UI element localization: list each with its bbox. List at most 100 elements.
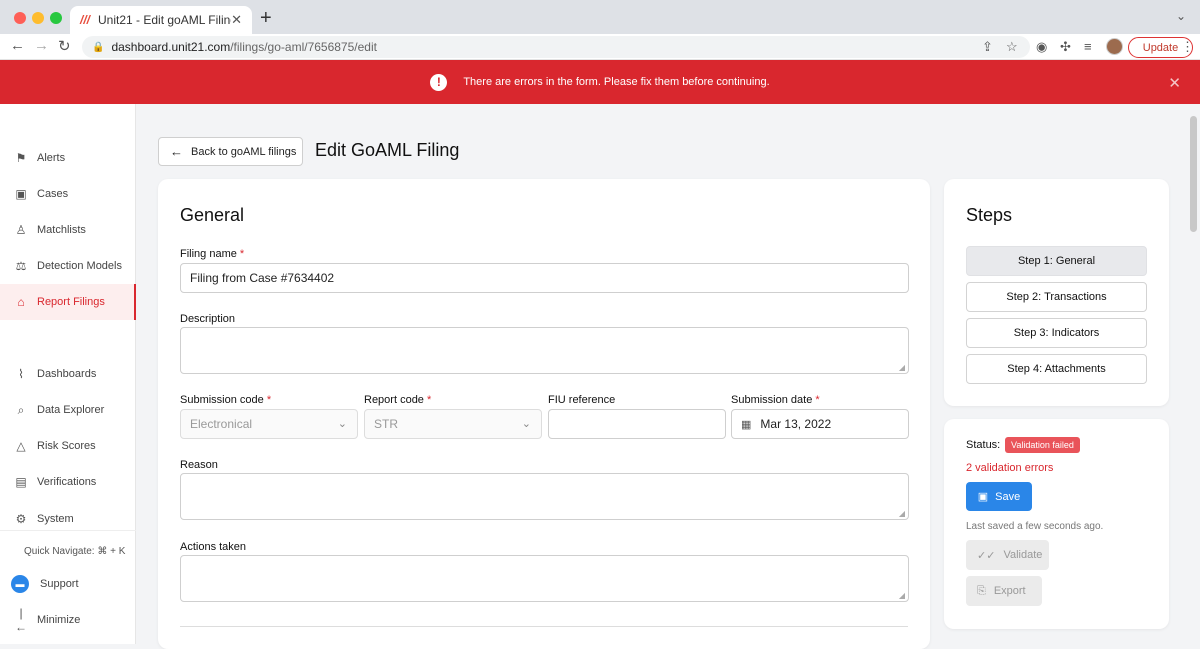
minimize-sidebar-button[interactable]: |← Minimize xyxy=(0,602,136,638)
page-scrollbar[interactable] xyxy=(1190,116,1197,232)
forward-arrow-icon[interactable]: → xyxy=(34,37,49,54)
url-path: /filings/go-aml/7656875/edit xyxy=(230,40,377,54)
sidebar-item-cases[interactable]: ▣ Cases xyxy=(0,176,136,212)
minimize-window-button[interactable] xyxy=(32,12,44,24)
chevron-down-icon[interactable]: ⌄ xyxy=(1176,9,1186,23)
minimize-label: Minimize xyxy=(37,614,81,626)
reason-label: Reason xyxy=(180,459,218,471)
sidebar-item-label: System xyxy=(37,513,74,525)
required-mark: * xyxy=(266,394,272,406)
report-code-label-text: Report code xyxy=(364,394,424,406)
chevron-down-icon: ⌄ xyxy=(521,418,531,430)
lock-icon: 🔒 xyxy=(92,41,105,53)
step-general-button[interactable]: Step 1: General xyxy=(966,246,1147,276)
reading-list-icon[interactable]: ≡ xyxy=(1084,39,1092,54)
section-title: General xyxy=(180,205,245,225)
calendar-icon: ▦ xyxy=(741,418,752,431)
sidebar-item-system[interactable]: ⚙ System xyxy=(0,501,136,537)
sidebar-item-label: Report Filings xyxy=(37,296,105,308)
share-icon[interactable]: ⇪ xyxy=(982,39,993,55)
file-export-icon: ⎘ xyxy=(977,584,986,597)
step-transactions-button[interactable]: Step 2: Transactions xyxy=(966,282,1147,312)
arrow-left-icon: ← xyxy=(170,144,183,159)
reload-icon[interactable]: ↻ xyxy=(58,37,71,55)
section-divider xyxy=(180,626,908,627)
steps-card: Steps Step 1: General Step 2: Transactio… xyxy=(944,179,1169,406)
puzzle-icon[interactable]: ✣ xyxy=(1060,39,1071,55)
step-indicators-button[interactable]: Step 3: Indicators xyxy=(966,318,1147,348)
unit21-logo-icon: /// xyxy=(80,13,91,27)
sidebar-item-detection-models[interactable]: ⚖ Detection Models xyxy=(0,248,136,284)
avatar[interactable] xyxy=(1106,38,1123,55)
scale-icon: ⚖ xyxy=(15,259,27,273)
submission-date-picker[interactable]: ▦ Mar 13, 2022 xyxy=(731,409,909,439)
validate-button[interactable]: ✓✓ Validate xyxy=(966,540,1049,570)
maximize-window-button[interactable] xyxy=(50,12,62,24)
search-doc-icon: ⌕ xyxy=(17,402,25,417)
sidebar-divider xyxy=(0,530,136,531)
support-button[interactable]: ▬ Support xyxy=(0,566,136,602)
reason-field[interactable]: ◢ xyxy=(180,473,909,520)
resize-grip-icon: ◢ xyxy=(898,363,905,372)
save-button[interactable]: ▣ Save xyxy=(966,482,1032,511)
validate-label: Validate xyxy=(1003,549,1043,561)
sidebar-item-label: Alerts xyxy=(37,152,66,164)
sidebar-item-data-explorer[interactable]: ⌕ Data Explorer xyxy=(0,392,136,428)
briefcase-icon: ▣ xyxy=(15,187,27,201)
close-icon[interactable]: ✕ xyxy=(1168,74,1181,92)
validation-error-count[interactable]: 2 validation errors xyxy=(966,462,1053,474)
more-vertical-icon[interactable]: ⋮ xyxy=(1181,39,1194,55)
sidebar-item-matchlists[interactable]: ♙ Matchlists xyxy=(0,212,136,248)
close-window-button[interactable] xyxy=(14,12,26,24)
back-arrow-icon[interactable]: ← xyxy=(10,37,25,54)
submission-code-select[interactable]: Electronical ⌄ xyxy=(180,409,358,439)
report-code-select[interactable]: STR ⌄ xyxy=(364,409,542,439)
filing-name-value: Filing from Case #7634402 xyxy=(190,271,335,285)
resize-grip-icon: ◢ xyxy=(898,509,905,518)
general-section-card: General Filing name * Filing from Case #… xyxy=(158,179,930,649)
sidebar-item-risk-scores[interactable]: △ Risk Scores xyxy=(0,428,136,464)
back-to-filings-button[interactable]: ← Back to goAML filings xyxy=(158,137,303,166)
user-x-icon: ♙ xyxy=(15,223,27,237)
quick-navigate-hint: Quick Navigate: ⌘ + K xyxy=(24,546,126,557)
filing-name-field[interactable]: Filing from Case #7634402 xyxy=(180,263,909,293)
floppy-disk-icon: ▣ xyxy=(977,491,989,503)
support-label: Support xyxy=(40,578,79,590)
bank-icon: ⌂ xyxy=(17,295,25,309)
browser-tab-bar: /// Unit21 - Edit goAML Filing ✕ + ⌄ xyxy=(0,0,1200,34)
sidebar-item-dashboards[interactable]: ⌇ Dashboards xyxy=(0,356,136,392)
status-card: Status: Validation failed 2 validation e… xyxy=(944,419,1169,629)
close-icon[interactable]: ✕ xyxy=(231,12,242,28)
actions-taken-field[interactable]: ◢ xyxy=(180,555,909,602)
chat-icon: ▬ xyxy=(11,575,29,593)
flag-icon: ⚑ xyxy=(15,151,27,165)
required-mark: * xyxy=(239,248,245,260)
export-button[interactable]: ⎘ Export xyxy=(966,576,1042,606)
page-title: Edit GoAML Filing xyxy=(315,140,460,160)
step-attachments-button[interactable]: Step 4: Attachments xyxy=(966,354,1147,384)
description-field[interactable]: ◢ xyxy=(180,327,909,374)
error-banner-message: There are errors in the form. Please fix… xyxy=(463,76,770,88)
sidebar-item-verifications[interactable]: ▤ Verifications xyxy=(0,464,136,500)
submission-date-label-text: Submission date xyxy=(731,394,813,406)
back-button-label: Back to goAML filings xyxy=(191,145,297,158)
filing-name-label: Filing name * xyxy=(180,248,244,260)
extension-badge-icon[interactable]: ◉ xyxy=(1036,39,1047,55)
new-tab-button[interactable]: + xyxy=(260,7,272,30)
url-host: dashboard.unit21.com xyxy=(111,40,231,54)
warning-icon: △ xyxy=(16,439,26,453)
report-code-value: STR xyxy=(374,417,398,431)
steps-title: Steps xyxy=(966,205,1013,225)
sidebar-item-alerts[interactable]: ⚑ Alerts xyxy=(0,140,136,176)
required-mark: * xyxy=(427,394,432,406)
check-double-icon: ✓✓ xyxy=(977,549,996,562)
sidebar-item-label: Verifications xyxy=(37,476,97,488)
url-field[interactable]: 🔒 dashboard.unit21.com/filings/go-aml/76… xyxy=(82,36,1030,58)
star-icon[interactable]: ☆ xyxy=(1006,39,1018,55)
browser-tab[interactable]: /// Unit21 - Edit goAML Filing ✕ xyxy=(70,6,252,34)
status-badge: Validation failed xyxy=(1005,437,1080,453)
submission-date-value: Mar 13, 2022 xyxy=(760,417,832,431)
description-label: Description xyxy=(180,313,236,325)
fiu-reference-field[interactable] xyxy=(548,409,726,439)
sidebar-item-report-filings[interactable]: ⌂ Report Filings xyxy=(0,284,136,320)
